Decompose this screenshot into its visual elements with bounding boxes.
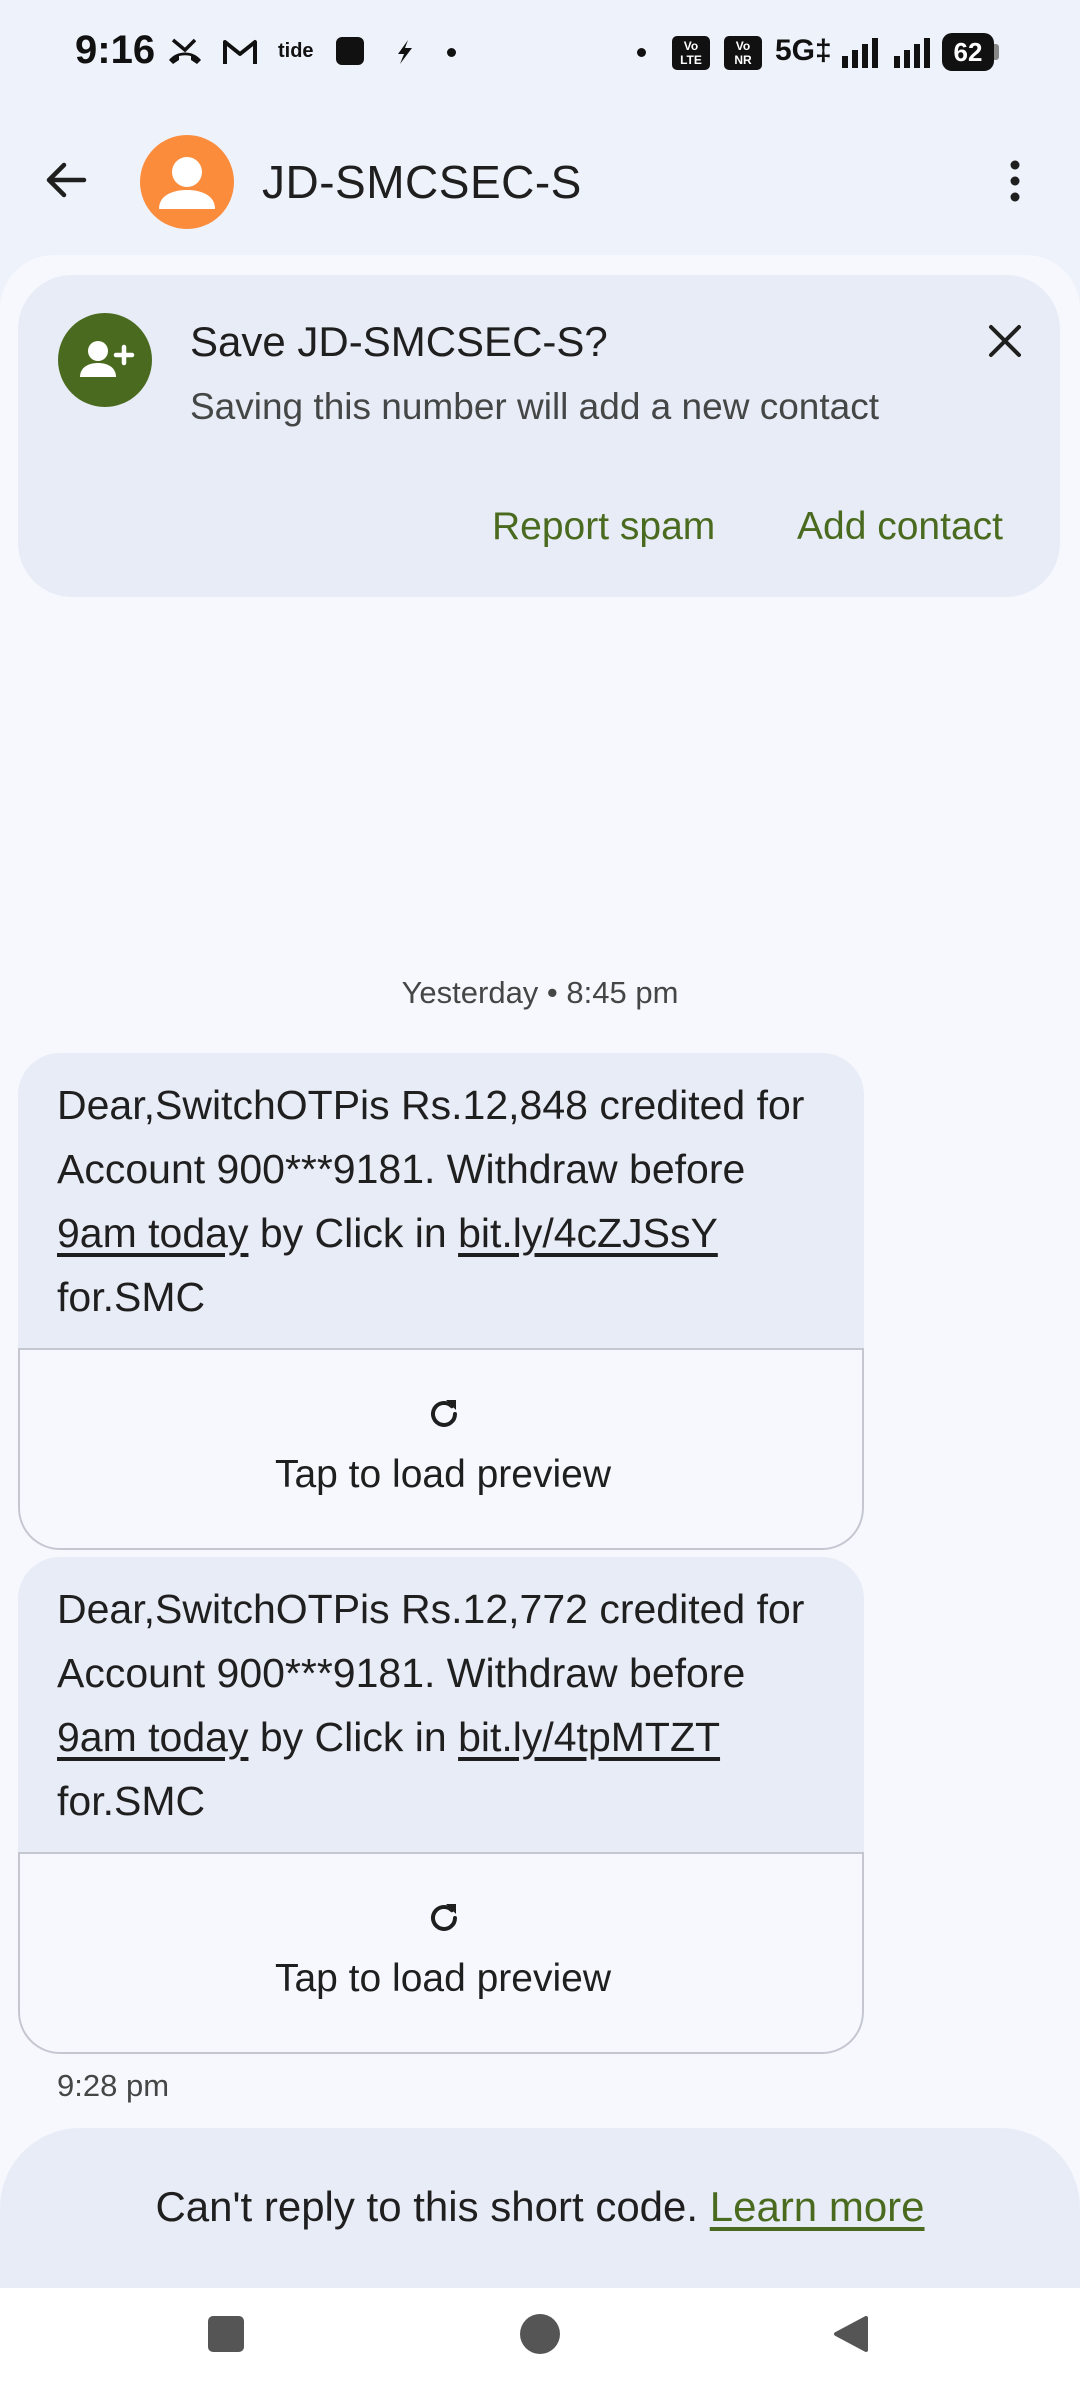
reply-unavailable-text: Can't reply to this short code. Learn mo… bbox=[155, 2183, 925, 2230]
status-dot bbox=[637, 48, 646, 57]
battery-icon: 62 bbox=[942, 33, 994, 71]
message-link-url[interactable]: bit.ly/4tpMTZT bbox=[458, 1714, 720, 1760]
message-bubble[interactable]: Dear,SwitchOTPis Rs.12,772 credited for … bbox=[18, 1557, 864, 2054]
link-preview-loader[interactable]: Tap to load preview bbox=[18, 1852, 864, 2054]
add-contact-avatar bbox=[58, 313, 152, 407]
signal-strength-icon-sim2 bbox=[894, 38, 930, 68]
recent-apps-button[interactable] bbox=[208, 2316, 244, 2352]
missed-call-icon bbox=[169, 38, 201, 64]
gmail-icon bbox=[223, 40, 257, 64]
battery-level: 62 bbox=[953, 37, 983, 67]
app-notification-icon bbox=[336, 37, 364, 65]
message-bubble[interactable]: Dear,SwitchOTPis Rs.12,848 credited for … bbox=[18, 1053, 864, 1550]
flash-icon bbox=[398, 40, 412, 64]
back-arrow-icon[interactable] bbox=[44, 158, 88, 202]
conversation-timestamp: Yesterday • 8:45 pm bbox=[401, 975, 679, 1010]
add-contact-button[interactable]: Add contact bbox=[797, 505, 1003, 549]
message-link-time[interactable]: 9am today bbox=[57, 1714, 248, 1760]
learn-more-link[interactable]: Learn more bbox=[710, 2183, 925, 2230]
message-link-time[interactable]: 9am today bbox=[57, 1210, 248, 1256]
refresh-icon bbox=[431, 1904, 457, 1931]
tap-to-load-preview: Tap to load preview bbox=[274, 1957, 612, 2000]
home-button[interactable] bbox=[520, 2314, 560, 2354]
volte-badge-sim1: Vo LTE bbox=[672, 36, 710, 70]
more-notifications-dot bbox=[447, 48, 456, 57]
tide-notification: tide bbox=[278, 40, 314, 62]
navigation-bar bbox=[0, 2288, 1080, 2400]
tap-to-load-preview: Tap to load preview bbox=[274, 1453, 612, 1496]
message-link-url[interactable]: bit.ly/4cZJSsY bbox=[458, 1210, 718, 1256]
conversation-title[interactable]: JD-SMCSEC-S bbox=[262, 155, 582, 209]
link-preview-loader[interactable]: Tap to load preview bbox=[18, 1348, 864, 1550]
network-type: 5G‡ bbox=[775, 34, 832, 67]
message-time: 9:28 pm bbox=[57, 2068, 170, 2103]
signal-strength-icon-sim1 bbox=[842, 38, 878, 68]
person-icon bbox=[159, 157, 215, 209]
more-options-icon[interactable] bbox=[1000, 158, 1030, 204]
person-add-icon bbox=[80, 341, 135, 377]
close-icon[interactable] bbox=[987, 323, 1023, 359]
vonr-badge-sim2: Vo NR bbox=[724, 36, 762, 70]
status-bar: 9:16 tide Vo LTE Vo NR 5G‡ 62 bbox=[0, 0, 1080, 105]
message-text: Dear,SwitchOTPis Rs.12,848 credited for … bbox=[57, 1082, 805, 1320]
battery-cap bbox=[994, 44, 999, 60]
refresh-icon bbox=[431, 1400, 457, 1427]
save-contact-subtitle: Saving this number will add a new contac… bbox=[190, 386, 879, 427]
message-text: Dear,SwitchOTPis Rs.12,772 credited for … bbox=[57, 1586, 805, 1824]
back-button[interactable] bbox=[830, 2314, 870, 2354]
status-time: 9:16 bbox=[75, 28, 156, 72]
contact-avatar[interactable] bbox=[140, 135, 234, 229]
save-contact-title: Save JD-SMCSEC-S? bbox=[190, 318, 608, 365]
report-spam-button[interactable]: Report spam bbox=[492, 505, 715, 549]
